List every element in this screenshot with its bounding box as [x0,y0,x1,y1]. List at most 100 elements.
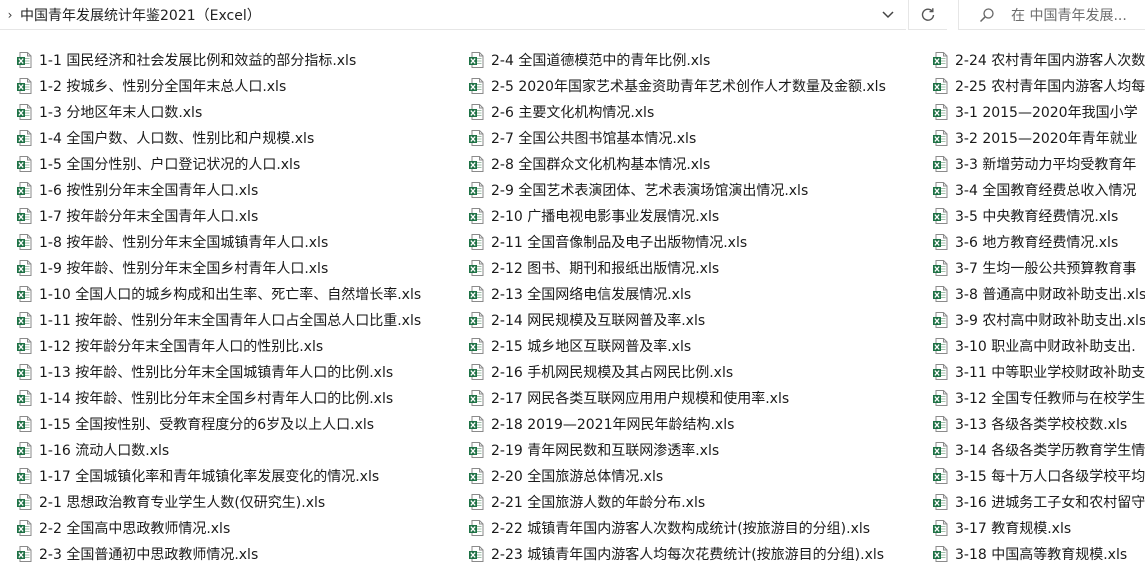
file-name[interactable]: 3-4 全国教育经费总收入情况 [955,180,1136,200]
file-item[interactable]: 3-12 全国专任教师与在校学生 [932,385,1145,411]
file-item[interactable]: 2-19 青年网民数和互联网渗透率.xls [468,437,886,463]
file-item[interactable]: 3-11 中等职业学校财政补助支 [932,359,1145,385]
file-item[interactable]: 2-16 手机网民规模及其占网民比例.xls [468,359,886,385]
file-name[interactable]: 2-24 农村青年国内游客人次数 [955,50,1145,70]
file-item[interactable]: 2-9 全国艺术表演团体、艺术表演场馆演出情况.xls [468,177,886,203]
file-name[interactable]: 3-17 教育规模.xls [955,518,1071,538]
file-item[interactable]: 1-5 全国分性别、户口登记状况的人口.xls [16,151,421,177]
file-item[interactable]: 1-12 按年龄分年末全国青年人口的性别比.xls [16,333,421,359]
file-item[interactable]: 1-1 国民经济和社会发展比例和效益的部分指标.xls [16,47,421,73]
file-item[interactable]: 2-12 图书、期刊和报纸出版情况.xls [468,255,886,281]
file-item[interactable]: 3-7 生均一般公共预算教育事 [932,255,1145,281]
file-name[interactable]: 3-1 2015—2020年我国小学 [955,102,1138,122]
file-name[interactable]: 2-11 全国音像制品及电子出版物情况.xls [491,232,747,252]
file-item[interactable]: 3-8 普通高中财政补助支出.xls [932,281,1145,307]
file-name[interactable]: 3-9 农村高中财政补助支出.xls [955,310,1145,330]
file-name[interactable]: 2-10 广播电视电影事业发展情况.xls [491,206,719,226]
file-name[interactable]: 2-13 全国网络电信发展情况.xls [491,284,691,304]
file-name[interactable]: 3-16 进城务工子女和农村留守 [955,492,1145,512]
file-name[interactable]: 2-4 全国道德模范中的青年比例.xls [491,50,710,70]
file-item[interactable]: 2-6 主要文化机构情况.xls [468,99,886,125]
file-name[interactable]: 2-19 青年网民数和互联网渗透率.xls [491,440,719,460]
file-name[interactable]: 1-5 全国分性别、户口登记状况的人口.xls [39,154,300,174]
file-item[interactable]: 2-17 网民各类互联网应用用户规模和使用率.xls [468,385,886,411]
file-item[interactable]: 1-9 按年龄、性别分年末全国乡村青年人口.xls [16,255,421,281]
file-name[interactable]: 1-15 全国按性别、受教育程度分的6岁及以上人口.xls [39,414,374,434]
file-item[interactable]: 2-11 全国音像制品及电子出版物情况.xls [468,229,886,255]
file-name[interactable]: 1-17 全国城镇化率和青年城镇化率发展变化的情况.xls [39,466,379,486]
file-name[interactable]: 2-7 全国公共图书馆基本情况.xls [491,128,696,148]
file-item[interactable]: 2-2 全国高中思政教师情况.xls [16,515,421,541]
file-name[interactable]: 2-25 农村青年国内游客人均每 [955,76,1145,96]
file-item[interactable]: 1-11 按年龄、性别分年末全国青年人口占全国总人口比重.xls [16,307,421,333]
file-item[interactable]: 3-9 农村高中财政补助支出.xls [932,307,1145,333]
file-name[interactable]: 3-8 普通高中财政补助支出.xls [955,284,1145,304]
file-name[interactable]: 1-2 按城乡、性别分全国年末总人口.xls [39,76,286,96]
file-item[interactable]: 1-4 全国户数、人口数、性别比和户规模.xls [16,125,421,151]
file-item[interactable]: 2-1 思想政治教育专业学生人数(仅研究生).xls [16,489,421,515]
file-item[interactable]: 3-10 职业高中财政补助支出. [932,333,1145,359]
file-item[interactable]: 2-22 城镇青年国内游客人次数构成统计(按旅游目的分组).xls [468,515,886,541]
file-item[interactable]: 1-6 按性别分年末全国青年人口.xls [16,177,421,203]
file-name[interactable]: 3-11 中等职业学校财政补助支 [955,362,1145,382]
file-item[interactable]: 3-17 教育规模.xls [932,515,1145,541]
file-name[interactable]: 2-2 全国高中思政教师情况.xls [39,518,230,538]
file-item[interactable]: 2-3 全国普通初中思政教师情况.xls [16,541,421,567]
file-name[interactable]: 1-14 按年龄、性别比分年末全国乡村青年人口的比例.xls [39,388,393,408]
file-name[interactable]: 2-22 城镇青年国内游客人次数构成统计(按旅游目的分组).xls [491,518,870,538]
file-item[interactable]: 1-16 流动人口数.xls [16,437,421,463]
file-name[interactable]: 2-1 思想政治教育专业学生人数(仅研究生).xls [39,492,325,512]
file-item[interactable]: 2-7 全国公共图书馆基本情况.xls [468,125,886,151]
file-name[interactable]: 1-16 流动人口数.xls [39,440,169,460]
file-name[interactable]: 2-12 图书、期刊和报纸出版情况.xls [491,258,719,278]
file-name[interactable]: 3-2 2015—2020年青年就业 [955,128,1138,148]
file-item[interactable]: 2-25 农村青年国内游客人均每 [932,73,1145,99]
file-name[interactable]: 3-3 新增劳动力平均受教育年 [955,154,1136,174]
file-name[interactable]: 1-4 全国户数、人口数、性别比和户规模.xls [39,128,314,148]
file-item[interactable]: 2-24 农村青年国内游客人次数 [932,47,1145,73]
file-name[interactable]: 1-7 按年龄分年末全国青年人口.xls [39,206,258,226]
file-item[interactable]: 2-4 全国道德模范中的青年比例.xls [468,47,886,73]
file-item[interactable]: 1-17 全国城镇化率和青年城镇化率发展变化的情况.xls [16,463,421,489]
file-name[interactable]: 2-9 全国艺术表演团体、艺术表演场馆演出情况.xls [491,180,808,200]
file-name[interactable]: 2-3 全国普通初中思政教师情况.xls [39,544,258,564]
file-name[interactable]: 1-11 按年龄、性别分年末全国青年人口占全国总人口比重.xls [39,310,421,330]
file-item[interactable]: 3-14 各级各类学历教育学生情 [932,437,1145,463]
file-name[interactable]: 1-1 国民经济和社会发展比例和效益的部分指标.xls [39,50,356,70]
search-box[interactable]: 在 中国青年发展... [958,0,1145,30]
address-bar[interactable]: › 中国青年发展统计年鉴2021（Excel） [0,0,906,30]
file-name[interactable]: 3-6 地方教育经费情况.xls [955,232,1118,252]
file-name[interactable]: 2-16 手机网民规模及其占网民比例.xls [491,362,733,382]
chevron-right-icon[interactable]: › [2,8,18,22]
file-item[interactable]: 2-23 城镇青年国内游客人均每次花费统计(按旅游目的分组).xls [468,541,886,567]
file-item[interactable]: 2-10 广播电视电影事业发展情况.xls [468,203,886,229]
file-name[interactable]: 2-14 网民规模及互联网普及率.xls [491,310,705,330]
file-name[interactable]: 2-15 城乡地区互联网普及率.xls [491,336,691,356]
file-item[interactable]: 3-18 中国高等教育规模.xls [932,541,1145,567]
file-name[interactable]: 2-6 主要文化机构情况.xls [491,102,654,122]
file-item[interactable]: 3-2 2015—2020年青年就业 [932,125,1145,151]
file-item[interactable]: 3-13 各级各类学校校数.xls [932,411,1145,437]
file-item[interactable]: 3-16 进城务工子女和农村留守 [932,489,1145,515]
file-name[interactable]: 1-10 全国人口的城乡构成和出生率、死亡率、自然增长率.xls [39,284,421,304]
file-name[interactable]: 2-21 全国旅游人数的年龄分布.xls [491,492,705,512]
file-name[interactable]: 3-7 生均一般公共预算教育事 [955,258,1136,278]
file-item[interactable]: 2-18 2019—2021年网民年龄结构.xls [468,411,886,437]
file-item[interactable]: 3-1 2015—2020年我国小学 [932,99,1145,125]
file-name[interactable]: 3-15 每十万人口各级学校平均 [955,466,1145,486]
file-item[interactable]: 2-20 全国旅游总体情况.xls [468,463,886,489]
address-path[interactable]: 中国青年发展统计年鉴2021（Excel） [20,5,261,25]
file-name[interactable]: 3-5 中央教育经费情况.xls [955,206,1118,226]
file-name[interactable]: 1-13 按年龄、性别比分年末全国城镇青年人口的比例.xls [39,362,393,382]
file-name[interactable]: 1-12 按年龄分年末全国青年人口的性别比.xls [39,336,323,356]
file-name[interactable]: 2-17 网民各类互联网应用用户规模和使用率.xls [491,388,789,408]
file-item[interactable]: 2-21 全国旅游人数的年龄分布.xls [468,489,886,515]
file-item[interactable]: 1-14 按年龄、性别比分年末全国乡村青年人口的比例.xls [16,385,421,411]
file-item[interactable]: 2-14 网民规模及互联网普及率.xls [468,307,886,333]
file-item[interactable]: 3-15 每十万人口各级学校平均 [932,463,1145,489]
file-item[interactable]: 3-3 新增劳动力平均受教育年 [932,151,1145,177]
file-item[interactable]: 3-6 地方教育经费情况.xls [932,229,1145,255]
file-name[interactable]: 2-20 全国旅游总体情况.xls [491,466,663,486]
file-name[interactable]: 2-18 2019—2021年网民年龄结构.xls [491,414,734,434]
file-name[interactable]: 2-23 城镇青年国内游客人均每次花费统计(按旅游目的分组).xls [491,544,884,564]
